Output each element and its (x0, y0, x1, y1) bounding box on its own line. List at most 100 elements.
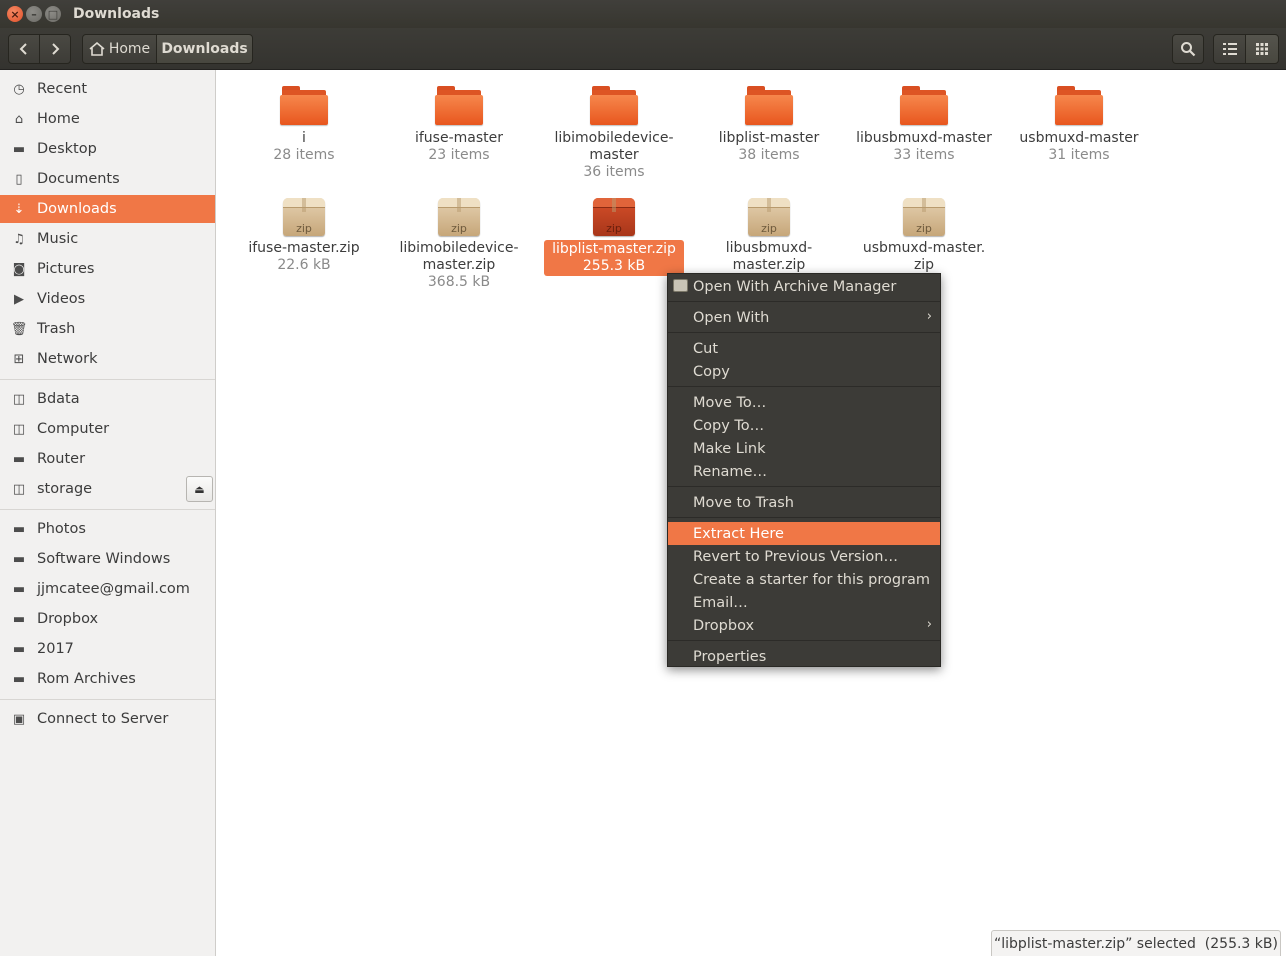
menu-item-label: Email… (693, 594, 748, 611)
sidebar-item-label: Computer (37, 421, 110, 437)
menu-item-copy-to[interactable]: Copy To… (668, 414, 940, 437)
search-button[interactable] (1172, 34, 1204, 64)
sidebar-item-label: Photos (37, 521, 86, 537)
sidebar-item-gmail[interactable]: ▬ jjmcatee@gmail.com (0, 575, 215, 603)
maximize-icon: □ (47, 7, 59, 21)
menu-item-copy[interactable]: Copy (668, 360, 940, 383)
folder-item[interactable]: i 28 items (234, 84, 374, 164)
sidebar-item-label: Documents (37, 171, 120, 187)
sidebar-item-desktop[interactable]: ▬ Desktop (0, 135, 215, 163)
zip-file-item[interactable]: zip libusbmuxd- master.zip (699, 196, 839, 274)
list-view-icon (1222, 43, 1237, 55)
menu-item-dropbox[interactable]: Dropbox › (668, 614, 940, 637)
folder-icon (745, 84, 793, 126)
sidebar-item-videos[interactable]: ▶ Videos (0, 285, 215, 313)
folder-item[interactable]: libplist-master 38 items (699, 84, 839, 164)
menu-item-open-with-archive-manager[interactable]: Open With Archive Manager (668, 275, 940, 298)
maximize-window-button[interactable]: □ (45, 6, 61, 22)
sidebar-item-trash[interactable]: 🗑 Trash (0, 315, 215, 343)
drive-icon: ◫ (12, 391, 26, 407)
folder-icon: ▬ (12, 581, 26, 597)
menu-item-extract-here[interactable]: Extract Here (668, 522, 940, 545)
menu-item-cut[interactable]: Cut (668, 337, 940, 360)
breadcrumb-home[interactable]: Home (82, 34, 157, 64)
menu-item-properties[interactable]: Properties (668, 645, 940, 668)
selection-highlight: libplist-master.zip 255.3 kB (544, 240, 684, 276)
zip-file-item-selected[interactable]: zip libplist-master.zip 255.3 kB (544, 196, 684, 276)
folder-icon (435, 84, 483, 126)
folder-item[interactable]: libimobiledevice- master 36 items (544, 84, 684, 181)
menu-item-label: Open With (693, 309, 770, 326)
menu-item-label: Extract Here (693, 525, 784, 542)
breadcrumb-home-label: Home (108, 41, 151, 57)
sidebar-item-router[interactable]: ▬ Router (0, 445, 215, 473)
menu-item-open-with[interactable]: Open With › (668, 306, 940, 329)
toolbar: Home Downloads (0, 28, 1286, 70)
file-name: usbmuxd-master (1019, 130, 1139, 146)
zip-file-item[interactable]: zip ifuse-master.zip 22.6 kB (234, 196, 374, 274)
minimize-window-button[interactable]: – (26, 6, 42, 22)
file-meta: 38 items (738, 147, 800, 163)
sidebar-item-dropbox[interactable]: ▬ Dropbox (0, 605, 215, 633)
menu-separator (668, 332, 940, 333)
grid-view-button[interactable] (1245, 34, 1279, 64)
back-button[interactable] (8, 34, 40, 64)
sidebar-item-label: Home (37, 111, 80, 127)
folder-icon: ▬ (12, 611, 26, 627)
sidebar-item-network[interactable]: ⊞ Network (0, 345, 215, 373)
menu-item-move-to-trash[interactable]: Move to Trash (668, 491, 940, 514)
menu-separator (668, 386, 940, 387)
sidebar-item-label: Videos (37, 291, 86, 307)
menu-item-email[interactable]: Email… (668, 591, 940, 614)
folder-icon: ▬ (12, 551, 26, 567)
sidebar-item-rom-archives[interactable]: ▬ Rom Archives (0, 665, 215, 693)
sidebar-item-documents[interactable]: ▯ Documents (0, 165, 215, 193)
folder-item[interactable]: usbmuxd-master 31 items (1009, 84, 1149, 164)
menu-item-create-starter[interactable]: Create a starter for this program (668, 568, 940, 591)
eject-button[interactable]: ⏏ (186, 476, 213, 502)
drive-icon: ◫ (12, 481, 26, 497)
sidebar-item-recent[interactable]: ◷ Recent (0, 75, 215, 103)
forward-button[interactable] (39, 34, 71, 64)
status-bar: “libplist-master.zip” selected (255.3 kB… (991, 930, 1281, 956)
folder-item[interactable]: ifuse-master 23 items (389, 84, 529, 164)
menu-item-rename[interactable]: Rename… (668, 460, 940, 483)
sidebar-item-software-windows[interactable]: ▬ Software Windows (0, 545, 215, 573)
menu-item-move-to[interactable]: Move To… (668, 391, 940, 414)
file-meta: 31 items (1048, 147, 1110, 163)
folder-item[interactable]: libusbmuxd-master 33 items (854, 84, 994, 164)
sidebar-item-label: Recent (37, 81, 88, 97)
zip-archive-icon: zip (747, 196, 791, 236)
chevron-right-icon (52, 43, 60, 55)
sidebar-item-home[interactable]: ⌂ Home (0, 105, 215, 133)
sidebar-item-bdata[interactable]: ◫ Bdata (0, 385, 215, 413)
menu-item-revert-to-previous-version[interactable]: Revert to Previous Version… (668, 545, 940, 568)
zip-file-item[interactable]: zip libimobiledevice- master.zip 368.5 k… (389, 196, 529, 291)
menu-item-label: Move To… (693, 394, 767, 411)
sidebar-item-label: Music (37, 231, 79, 247)
zip-file-item[interactable]: zip usbmuxd-master. zip (854, 196, 994, 274)
sidebar-item-2017[interactable]: ▬ 2017 (0, 635, 215, 663)
list-view-button[interactable] (1213, 34, 1246, 64)
sidebar-item-photos[interactable]: ▬ Photos (0, 515, 215, 543)
close-window-button[interactable]: × (7, 6, 23, 22)
sidebar-item-pictures[interactable]: ◙ Pictures (0, 255, 215, 283)
file-meta: 36 items (583, 164, 645, 180)
title-bar: × – □ Downloads (0, 0, 1286, 28)
sidebar-item-downloads[interactable]: ⇣ Downloads (0, 195, 215, 223)
folder-icon (900, 84, 948, 126)
sidebar-item-label: Connect to Server (37, 711, 169, 727)
sidebar-item-computer[interactable]: ◫ Computer (0, 415, 215, 443)
window-title: Downloads (73, 6, 160, 22)
menu-item-make-link[interactable]: Make Link (668, 437, 940, 460)
zip-archive-icon: zip (592, 196, 636, 236)
menu-item-label: Properties (693, 648, 767, 665)
sidebar-item-music[interactable]: ♫ Music (0, 225, 215, 253)
sidebar-item-storage[interactable]: ◫ storage (0, 475, 215, 503)
trash-icon: 🗑 (10, 321, 28, 337)
breadcrumb-downloads[interactable]: Downloads (156, 34, 253, 64)
minimize-icon: – (31, 7, 37, 21)
sidebar-item-connect-to-server[interactable]: ▣ Connect to Server (0, 705, 215, 733)
folder-icon (590, 84, 638, 126)
zip-archive-icon: zip (282, 196, 326, 236)
